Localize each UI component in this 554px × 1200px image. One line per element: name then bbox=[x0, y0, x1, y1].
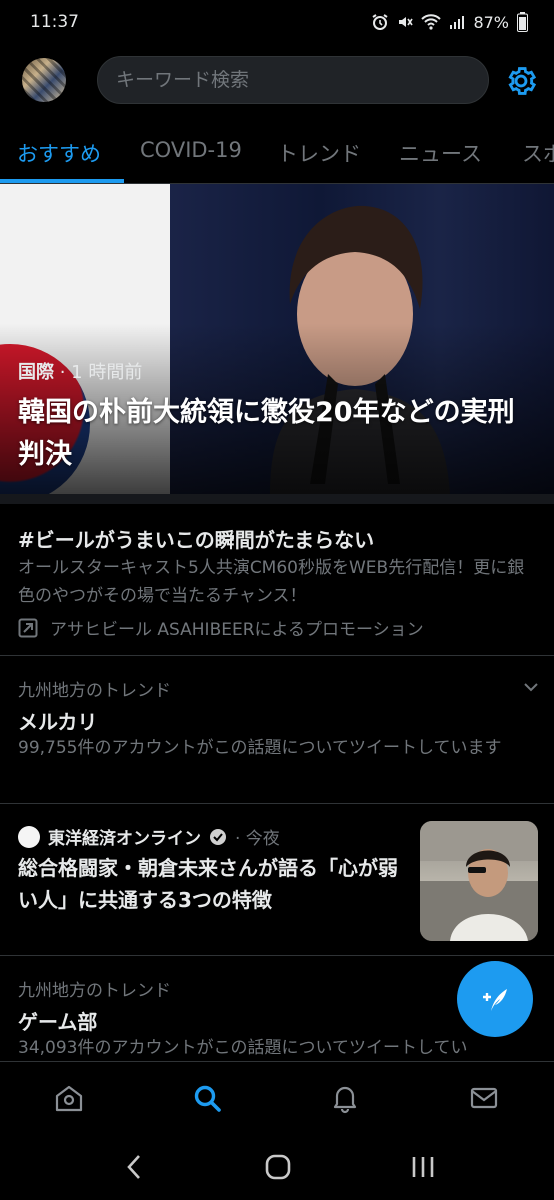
home-circle-icon[interactable] bbox=[264, 1153, 292, 1181]
bottom-navigation bbox=[0, 1061, 554, 1135]
hero-category: 国際 bbox=[18, 362, 54, 383]
tab-covid[interactable]: COVID-19 bbox=[140, 138, 242, 162]
news-source: 東洋経済オンライン · 今夜 bbox=[18, 824, 280, 849]
header bbox=[0, 50, 554, 112]
explore-tabs: おすすめ COVID-19 トレンド ニュース スポ bbox=[0, 118, 554, 184]
trend-context: 九州地方のトレンド bbox=[18, 681, 171, 701]
promo-by-label: アサヒビール ASAHIBEERによるプロモーション bbox=[50, 620, 424, 640]
home-icon[interactable] bbox=[53, 1082, 85, 1114]
promo-description: オールスターキャスト5人共演CM60秒版をWEB先行配信！更に銀色のやつがその場… bbox=[18, 558, 525, 606]
signal-icon bbox=[450, 16, 465, 29]
hero-time: · 1 時間前 bbox=[59, 362, 143, 383]
trend-item[interactable]: 九州地方のトレンド メルカリ 99,755件のアカウントがこの話題についてツイー… bbox=[0, 656, 554, 804]
hero-card[interactable]: 国際 · 1 時間前 韓国の朴前大統領に懲役20年などの実刑判決 bbox=[0, 184, 554, 494]
system-navigation-bar bbox=[0, 1135, 554, 1200]
trend-count: 34,093件のアカウントがこの話題についてツイートしてい bbox=[18, 1038, 468, 1058]
battery-icon bbox=[517, 12, 528, 32]
promo-title: #ビールがうまいこの瞬間がたまらない bbox=[18, 528, 375, 552]
compose-tweet-button[interactable] bbox=[457, 961, 533, 1037]
promoted-trend[interactable]: #ビールがうまいこの瞬間がたまらない オールスターキャスト5人共演CM60秒版を… bbox=[0, 504, 554, 656]
tab-indicator bbox=[0, 179, 124, 183]
status-bar: 11:37 87% bbox=[0, 0, 554, 44]
promo-attribution: アサヒビール ASAHIBEERによるプロモーション bbox=[18, 615, 424, 640]
status-icons: 87% bbox=[371, 12, 528, 32]
wifi-icon bbox=[421, 14, 442, 30]
status-time: 11:37 bbox=[30, 12, 79, 32]
alarm-icon bbox=[372, 14, 388, 30]
search-bar[interactable] bbox=[97, 56, 489, 104]
verified-badge-icon bbox=[210, 828, 226, 845]
source-name: 東洋経済オンライン bbox=[48, 829, 201, 849]
search-input[interactable] bbox=[116, 69, 488, 91]
tab-recommended[interactable]: おすすめ bbox=[17, 138, 101, 168]
search-icon[interactable] bbox=[191, 1082, 223, 1114]
section-divider bbox=[0, 494, 554, 504]
news-title: 総合格闘家・朝倉未来さんが語る「心が弱い人」に共通する3つの特徴 bbox=[18, 856, 398, 912]
tab-news[interactable]: ニュース bbox=[399, 138, 482, 168]
mute-icon bbox=[399, 17, 414, 27]
promoted-icon bbox=[18, 618, 38, 637]
hero-title: 韓国の朴前大統領に懲役20年などの実刑判決 bbox=[18, 397, 515, 470]
battery-percent: 87% bbox=[473, 12, 509, 32]
trend-name: ゲーム部 bbox=[18, 1010, 98, 1034]
trend-name: メルカリ bbox=[18, 710, 98, 734]
news-item[interactable]: 東洋経済オンライン · 今夜 総合格闘家・朝倉未来さんが語る「心が弱い人」に共通… bbox=[0, 804, 554, 956]
tab-trends[interactable]: トレンド bbox=[277, 138, 361, 168]
back-icon[interactable] bbox=[124, 1153, 144, 1181]
hero-meta: 国際 · 1 時間前 bbox=[18, 358, 142, 384]
tab-sports[interactable]: スポ bbox=[522, 138, 554, 168]
news-thumbnail bbox=[420, 821, 538, 941]
recent-apps-icon[interactable] bbox=[410, 1153, 436, 1181]
gear-icon[interactable] bbox=[504, 64, 538, 98]
source-logo bbox=[18, 825, 40, 848]
messages-envelope-icon[interactable] bbox=[468, 1082, 500, 1114]
compose-feather-icon bbox=[483, 989, 507, 1011]
news-time: · 今夜 bbox=[235, 829, 280, 849]
trend-context: 九州地方のトレンド bbox=[18, 981, 171, 1001]
avatar[interactable] bbox=[22, 58, 66, 102]
notifications-bell-icon[interactable] bbox=[329, 1082, 361, 1114]
trend-count: 99,755件のアカウントがこの話題についてツイートしています bbox=[18, 738, 502, 758]
chevron-down-icon[interactable] bbox=[522, 678, 540, 696]
